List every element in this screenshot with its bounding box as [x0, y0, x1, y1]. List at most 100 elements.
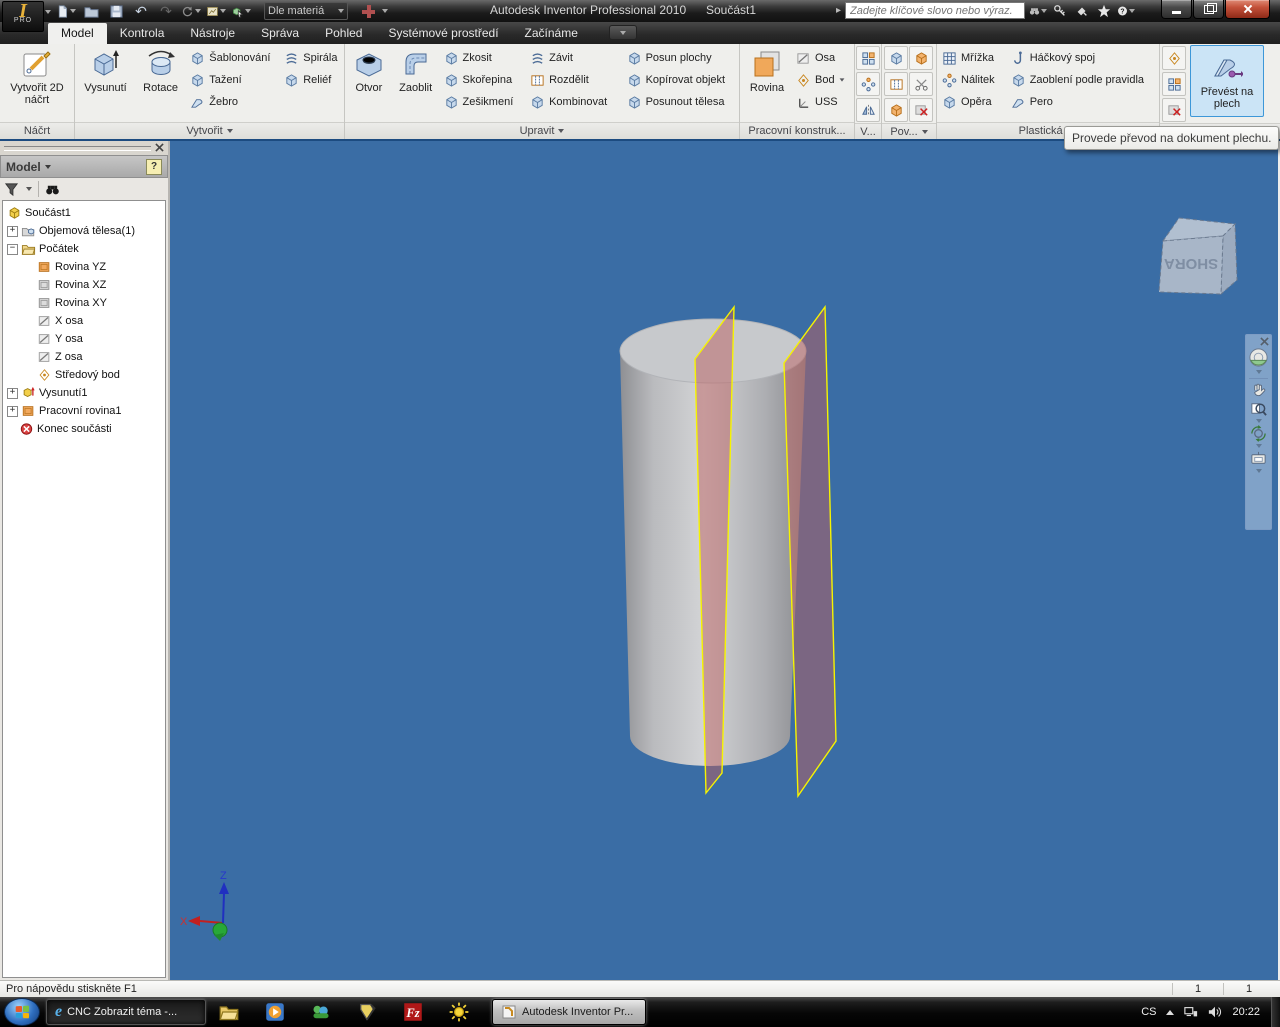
network-icon[interactable] [1184, 1005, 1198, 1019]
snap-fit-button[interactable]: Háčkový spoj [1009, 47, 1156, 69]
loft-button[interactable]: Šablonování [188, 47, 279, 69]
sweep-button[interactable]: Tažení [188, 69, 279, 91]
tab-kontrola[interactable]: Kontrola [107, 23, 178, 44]
tree-item-plane-xy[interactable]: Rovina XY [3, 294, 165, 312]
color-override-dropdown-icon[interactable] [382, 9, 388, 13]
tree-item-plane-yz[interactable]: Rovina YZ [3, 258, 165, 276]
zoom-button[interactable] [1250, 400, 1267, 417]
tree-item-origin[interactable]: −Počátek [3, 240, 165, 258]
browser-grip[interactable] [0, 141, 168, 155]
taskbar-icon-pen-app[interactable] [354, 1000, 380, 1024]
browser-help-icon[interactable]: ? [146, 159, 162, 175]
taskbar-inventor-window-button[interactable]: Autodesk Inventor Pr... [492, 999, 646, 1025]
insert-ifeature-button[interactable] [1162, 46, 1186, 70]
work-plane-button[interactable]: Rovina [743, 47, 791, 95]
sculpt-button[interactable] [884, 46, 908, 70]
help-search-input[interactable] [845, 2, 1025, 19]
thicken-offset-button[interactable] [909, 46, 933, 70]
search-button[interactable] [1029, 3, 1047, 19]
orbit-dropdown-icon[interactable] [1256, 444, 1262, 448]
redo-button[interactable]: ↷ [156, 2, 176, 20]
language-indicator[interactable]: CS [1141, 1006, 1156, 1018]
mirror-button[interactable] [856, 98, 880, 122]
expander-icon[interactable]: + [7, 406, 18, 417]
ribbon-minimize-button[interactable] [609, 25, 637, 40]
graphics-viewport[interactable]: SHORA X Z [170, 141, 1278, 980]
convert-to-sheet-metal-button[interactable]: Převést na plech [1190, 45, 1264, 117]
move-bodies-button[interactable]: Posunout tělesa [625, 91, 736, 113]
trim-button[interactable] [909, 72, 933, 96]
tree-item-extrusion1[interactable]: +Vysunutí1 [3, 384, 165, 402]
zoom-dropdown-icon[interactable] [1256, 419, 1262, 423]
tree-item-end-of-part[interactable]: Konec součásti [3, 420, 165, 438]
taskbar-icon-media-player[interactable] [262, 1000, 288, 1024]
panel-label-upravit[interactable]: Upravit [345, 122, 739, 139]
expander-icon[interactable]: − [7, 244, 18, 255]
viewcube-face-label[interactable]: SHORA [1164, 255, 1218, 272]
circular-pattern-button[interactable] [856, 72, 880, 96]
taskbar-icon-explorer[interactable] [216, 1000, 242, 1024]
communication-center-icon[interactable] [1073, 3, 1091, 19]
ucs-button[interactable]: USS [794, 91, 850, 113]
favorites-icon[interactable] [1095, 3, 1113, 19]
tree-item-center-point[interactable]: Středový bod [3, 366, 165, 384]
find-icon[interactable] [45, 182, 60, 197]
sketch-display-button[interactable] [206, 2, 226, 20]
extract-ifeature-button[interactable] [1162, 72, 1186, 96]
material-combo[interactable]: Dle materiá [264, 2, 348, 20]
revolve-button[interactable]: Rotace [136, 47, 185, 95]
start-button[interactable] [4, 998, 40, 1026]
panel-label-pracovni[interactable]: Pracovní konstruk... [740, 122, 854, 139]
tree-item-x-axis[interactable]: X osa [3, 312, 165, 330]
tab-systemove-prostredi[interactable]: Systémové prostředí [375, 23, 511, 44]
save-button[interactable] [106, 2, 126, 20]
panel-label-povrch[interactable]: Pov... [882, 123, 936, 139]
taskbar-ie-window-button[interactable]: e CNC Zobrazit téma -... [46, 999, 206, 1025]
tab-pohled[interactable]: Pohled [312, 23, 375, 44]
rectangular-pattern-button[interactable] [856, 46, 880, 70]
help-button[interactable] [1117, 3, 1135, 19]
select-filter-button[interactable] [231, 2, 251, 20]
show-desktop-button[interactable] [1271, 997, 1280, 1027]
open-file-button[interactable] [81, 2, 101, 20]
rib-button[interactable]: Žebro [188, 91, 279, 113]
expander-icon[interactable]: + [7, 388, 18, 399]
browser-header[interactable]: Model ? [0, 155, 168, 178]
volume-icon[interactable] [1208, 1005, 1222, 1019]
tab-zaciname[interactable]: Začínáme [512, 23, 591, 44]
filter-icon[interactable] [4, 182, 19, 197]
thread-button[interactable]: Závit [528, 47, 622, 69]
coil-button[interactable]: Spirála [282, 47, 341, 69]
show-hidden-icons-button[interactable] [1166, 1010, 1174, 1015]
new-file-dropdown-icon[interactable] [70, 9, 76, 13]
look-at-button[interactable] [1250, 450, 1267, 467]
orbit-button[interactable] [1250, 425, 1267, 442]
delete-face-button[interactable] [909, 98, 933, 122]
tree-item-z-axis[interactable]: Z osa [3, 348, 165, 366]
navbar-close-icon[interactable] [1260, 337, 1269, 346]
work-axis-button[interactable]: Osa [794, 47, 850, 69]
grill-button[interactable]: Mřížka [940, 47, 1006, 69]
update-dropdown-icon[interactable] [195, 9, 201, 13]
subscription-icon[interactable] [1051, 3, 1069, 19]
draft-button[interactable]: Zešikmení [442, 91, 526, 113]
create-2d-sketch-button[interactable]: Vytvořit 2D náčrt [8, 47, 66, 107]
patch-button[interactable] [884, 98, 908, 122]
new-file-button[interactable] [56, 2, 76, 20]
tab-model[interactable]: Model [48, 23, 107, 44]
chamfer-button[interactable]: Zkosit [442, 47, 526, 69]
browser-title-dropdown-icon[interactable] [45, 165, 51, 169]
search-dropdown-icon[interactable] [1041, 9, 1047, 13]
filter-dropdown-icon[interactable] [26, 187, 32, 191]
expander-icon[interactable]: + [7, 226, 18, 237]
undo-button[interactable]: ↶ [131, 2, 151, 20]
copy-object-button[interactable]: Kopírovat objekt [625, 69, 736, 91]
extrude-button[interactable]: Vysunutí [78, 47, 133, 95]
steering-wheel-button[interactable] [1248, 347, 1269, 368]
tab-nastroje[interactable]: Nástroje [177, 23, 248, 44]
move-face-button[interactable]: Posun plochy [625, 47, 736, 69]
application-menu-arrow-icon[interactable] [45, 10, 51, 14]
application-menu-button[interactable]: I PRO [2, 1, 44, 32]
minimize-button[interactable] [1161, 0, 1192, 19]
taskbar-icon-sun-app[interactable] [446, 1000, 472, 1024]
